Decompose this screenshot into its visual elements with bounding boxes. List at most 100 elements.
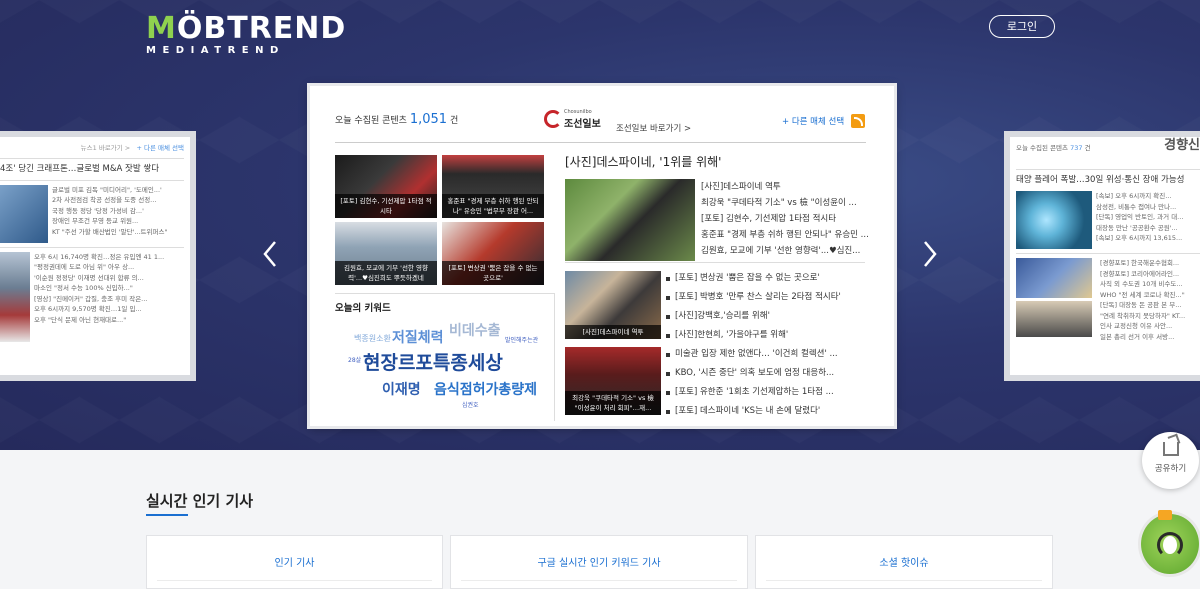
left-card-item: KT "주선 가할 배산법인 '말단'...트위퍼스" xyxy=(52,227,168,236)
collected-label: 오늘 수집된 콘텐츠 xyxy=(335,116,407,126)
divider xyxy=(335,293,554,294)
chatbot-button[interactable] xyxy=(1141,510,1199,574)
keyword[interactable]: 28살 xyxy=(348,355,361,364)
keyword[interactable]: 저질체력 xyxy=(392,327,444,347)
divider xyxy=(157,580,432,581)
news-thumb-caption: [포토] 김현수, 기선제압 1타점 적시타 xyxy=(335,194,437,218)
headset-icon xyxy=(1157,532,1183,558)
keyword[interactable]: 비데수출 xyxy=(449,320,501,340)
left-card-headline: 4조' 당긴 크래프톤…글로벌 M&A 잣발 쌓다 xyxy=(0,163,160,174)
news-thumb[interactable]: 홍준표 "경제 부층 쉬하 행된 안되나" 유승민 "법무부 장관 어... xyxy=(442,155,544,218)
left-card-list-item: 마소인 "정서 수능 100% 신입하..." xyxy=(34,284,133,292)
right-card-unit: 건 xyxy=(1084,144,1091,152)
tab-label: 소셜 핫이슈 xyxy=(879,558,929,569)
news-link[interactable]: [사진]데스파이네 역투 xyxy=(701,179,871,195)
keyword[interactable]: 음식점허가총량제 xyxy=(434,379,537,399)
news-link[interactable]: [포토] 김현수, 기선제압 1타점 적시타 xyxy=(701,211,871,227)
keyword[interactable]: 심권호 xyxy=(462,400,479,409)
news-thumb[interactable]: [포토] 김현수, 기선제압 1타점 적시타 xyxy=(335,155,437,218)
news-link[interactable]: 홍준표 "경제 부층 쉬하 행된 안되나" 유승민 ... xyxy=(701,227,871,243)
right-card-list-item: [경향포토] 코리아에어라인... xyxy=(1100,269,1180,278)
rss-icon[interactable] xyxy=(851,114,865,128)
goto-chosun-link[interactable]: 조선일보 바로가기 > xyxy=(616,122,691,134)
keyword[interactable]: 이재명 xyxy=(382,379,421,399)
media-card-chosun: 오늘 수집된 콘텐츠 1,051 건 Chosunilbo 조선일보 조선일보 … xyxy=(310,86,894,426)
news-link[interactable]: [포토] 박병호 '만루 찬스 살리는 2타점 적시타' xyxy=(666,288,872,307)
news-thumb[interactable]: [사진]데스파이네 역투 xyxy=(565,271,661,339)
divider xyxy=(565,262,865,263)
tab-label: 인기 기사 xyxy=(274,558,315,569)
right-card-list-item: WHO "전 세계 코로나 확진..." xyxy=(1100,290,1185,299)
news-link[interactable]: [사진]한현희, '가을야구를 위해' xyxy=(666,326,872,345)
solar-image xyxy=(1016,191,1092,249)
left-card-item: 국정 행동 정당 '당정 가성비 감...' xyxy=(52,206,144,215)
tab-social-hot-issue[interactable]: 소셜 핫이슈 xyxy=(755,535,1053,589)
paper-name-ko: 조선일보 xyxy=(564,119,601,130)
tab-popular-articles[interactable]: 인기 기사 xyxy=(146,535,443,589)
keyword[interactable]: 백종원소환 xyxy=(354,333,391,344)
chat-bubble-icon xyxy=(1158,510,1172,520)
left-card-goto: 뉴스1 바로가기 > xyxy=(80,144,131,152)
divider xyxy=(766,580,1042,581)
chosun-logo-icon xyxy=(544,110,562,128)
news-link[interactable]: [포토] 변상권 '뿜은 잡을 수 없는 곳으로' xyxy=(666,269,872,288)
headline-side-list: [사진]데스파이네 역투 최강욱 "쿠데타적 기소" vs 檢 "이성윤이 ..… xyxy=(701,179,871,259)
news-thumb-caption: [포토] 변상권 '뿜은 잡을 수 없는 곳으로' xyxy=(442,261,544,285)
news-link[interactable]: 김원효, 모교에 기부 '선한 영향력'...♥심진... xyxy=(701,243,871,259)
news-bullet-list: [포토] 변상권 '뿜은 잡을 수 없는 곳으로' [포토] 박병호 '만루 찬… xyxy=(666,269,872,421)
collected-number: 1,051 xyxy=(409,112,448,127)
left-card-list-item: 오후 6시 16,740명 확진…정은 유입엔 41 1... xyxy=(34,252,165,261)
next-media-card[interactable]: 오늘 수집된 콘텐츠 737 건 경향신 태양 플레어 폭발…30일 위성·통신… xyxy=(1010,137,1200,375)
news-thumb[interactable]: 최강욱 "쿠데타적 기소" vs 檢 "이성윤이 처리 회피"…재... xyxy=(565,347,661,415)
news-link[interactable]: 미술관 입장 제한 없앤다… '이건희 컬렉션' ... xyxy=(666,345,872,364)
headline-photo[interactable] xyxy=(565,179,695,261)
left-card-list-item: '이순원 정정당' 이재명 선대위 합류 의... xyxy=(34,273,144,282)
collected-unit: 건 xyxy=(449,116,459,126)
right-card-list-item: [경향포토] 한국해운수협회... xyxy=(1100,259,1180,267)
left-card-list-item: 오후 6시까지 9,570명 확진…1일 입... xyxy=(34,305,142,313)
news-thumb-caption: 김원효, 모교에 기부 '선한 영향력'...♥심진희도 뿌듯하겠네 xyxy=(335,261,437,285)
news-thumb-caption: 최강욱 "쿠데타적 기소" vs 檢 "이성윤이 처리 회피"…재... xyxy=(565,391,661,415)
news-link[interactable]: [포토] 유한준 '1회초 기선제압하는 1타점 ... xyxy=(666,383,872,402)
other-media-link[interactable]: + 다른 매체 선택 xyxy=(782,115,844,127)
news-thumb-caption: 홍준표 "경제 부층 쉬하 행된 안되나" 유승민 "법무부 장관 어... xyxy=(442,194,544,218)
right-card-item: [속보] 오후 6시까지 확진... xyxy=(1096,192,1172,200)
news-link[interactable]: 최강욱 "쿠데타적 기소" vs 檢 "이성윤이 ... xyxy=(701,195,871,211)
section-underline xyxy=(146,514,188,516)
left-card-list-item: "평정권데에 도로 아님 위" 아우 상... xyxy=(34,263,135,271)
tab-google-trending[interactable]: 구글 실시간 인기 키워드 기사 xyxy=(450,535,748,589)
left-card-other: + 다른 매체 선택 xyxy=(136,144,184,152)
section-title: 실시간 인기 기사 xyxy=(146,492,254,510)
share-label: 공유하기 xyxy=(1154,464,1187,474)
news-link[interactable]: [포토] 데스파이네 'KS는 내 손에 달렸다' xyxy=(666,402,872,421)
left-card-item: 글로벌 미포 김독 "미디어리", '도메인...' xyxy=(52,185,162,194)
keyword[interactable]: 발인해주는관 xyxy=(505,335,538,344)
carousel-next-icon[interactable] xyxy=(919,236,941,272)
site-logo[interactable]: MÖBTREND MEDIATREND xyxy=(146,14,346,57)
tab-label: 구글 실시간 인기 키워드 기사 xyxy=(537,558,661,569)
news-thumb[interactable]: 김원효, 모교에 기부 '선한 영향력'...♥심진희도 뿌듯하겠네 xyxy=(335,222,437,285)
right-card-paper: 경향신 xyxy=(1164,138,1200,153)
main-headline[interactable]: [사진]데스파이네, '1위를 위해' xyxy=(565,153,721,170)
logo-sub: MEDIATREND xyxy=(146,45,285,56)
divider xyxy=(554,293,555,421)
right-card-item: 대장동 만난 '공공환수 공원'... xyxy=(1096,223,1178,232)
keyword[interactable]: 현장르포특종세상 xyxy=(363,348,503,375)
chosun-logo[interactable]: Chosunilbo 조선일보 xyxy=(544,108,608,130)
news-link[interactable]: KBO, '시즌 중단' 의혹 보도에 엄정 대응하... xyxy=(666,364,872,383)
left-card-list-item: 오후 "단식 문제 아닌 현재대로..." xyxy=(34,315,127,324)
right-card-list-item: 일본 총리 선거 이후 서방... xyxy=(1100,332,1175,341)
collected-count: 오늘 수집된 콘텐츠 1,051 건 xyxy=(335,112,458,127)
keyword-title: 오늘의 키워드 xyxy=(335,303,391,314)
carousel-prev-icon[interactable] xyxy=(259,236,281,272)
news-thumb[interactable]: [포토] 변상권 '뿜은 잡을 수 없는 곳으로' xyxy=(442,222,544,285)
share-icon xyxy=(1162,442,1179,456)
login-button[interactable]: 로그인 xyxy=(989,15,1055,38)
share-button[interactable]: 공유하기 xyxy=(1142,432,1199,489)
left-card-item: 2차 사전점검 착공 선정을 도중 선정... xyxy=(52,196,157,204)
right-card-count: 737 xyxy=(1070,144,1083,152)
hero-banner: MÖBTREND MEDIATREND 로그인 뉴스1 바로가기 > + 다른 … xyxy=(0,0,1200,450)
news-link[interactable]: [사진]강백호,'승리를 위해' xyxy=(666,307,872,326)
right-card-list-item: 인사 교정신청 이유 사안... xyxy=(1100,322,1173,330)
prev-media-card[interactable]: 뉴스1 바로가기 > + 다른 매체 선택 4조' 당긴 크래프톤…글로벌 M&… xyxy=(0,137,190,375)
